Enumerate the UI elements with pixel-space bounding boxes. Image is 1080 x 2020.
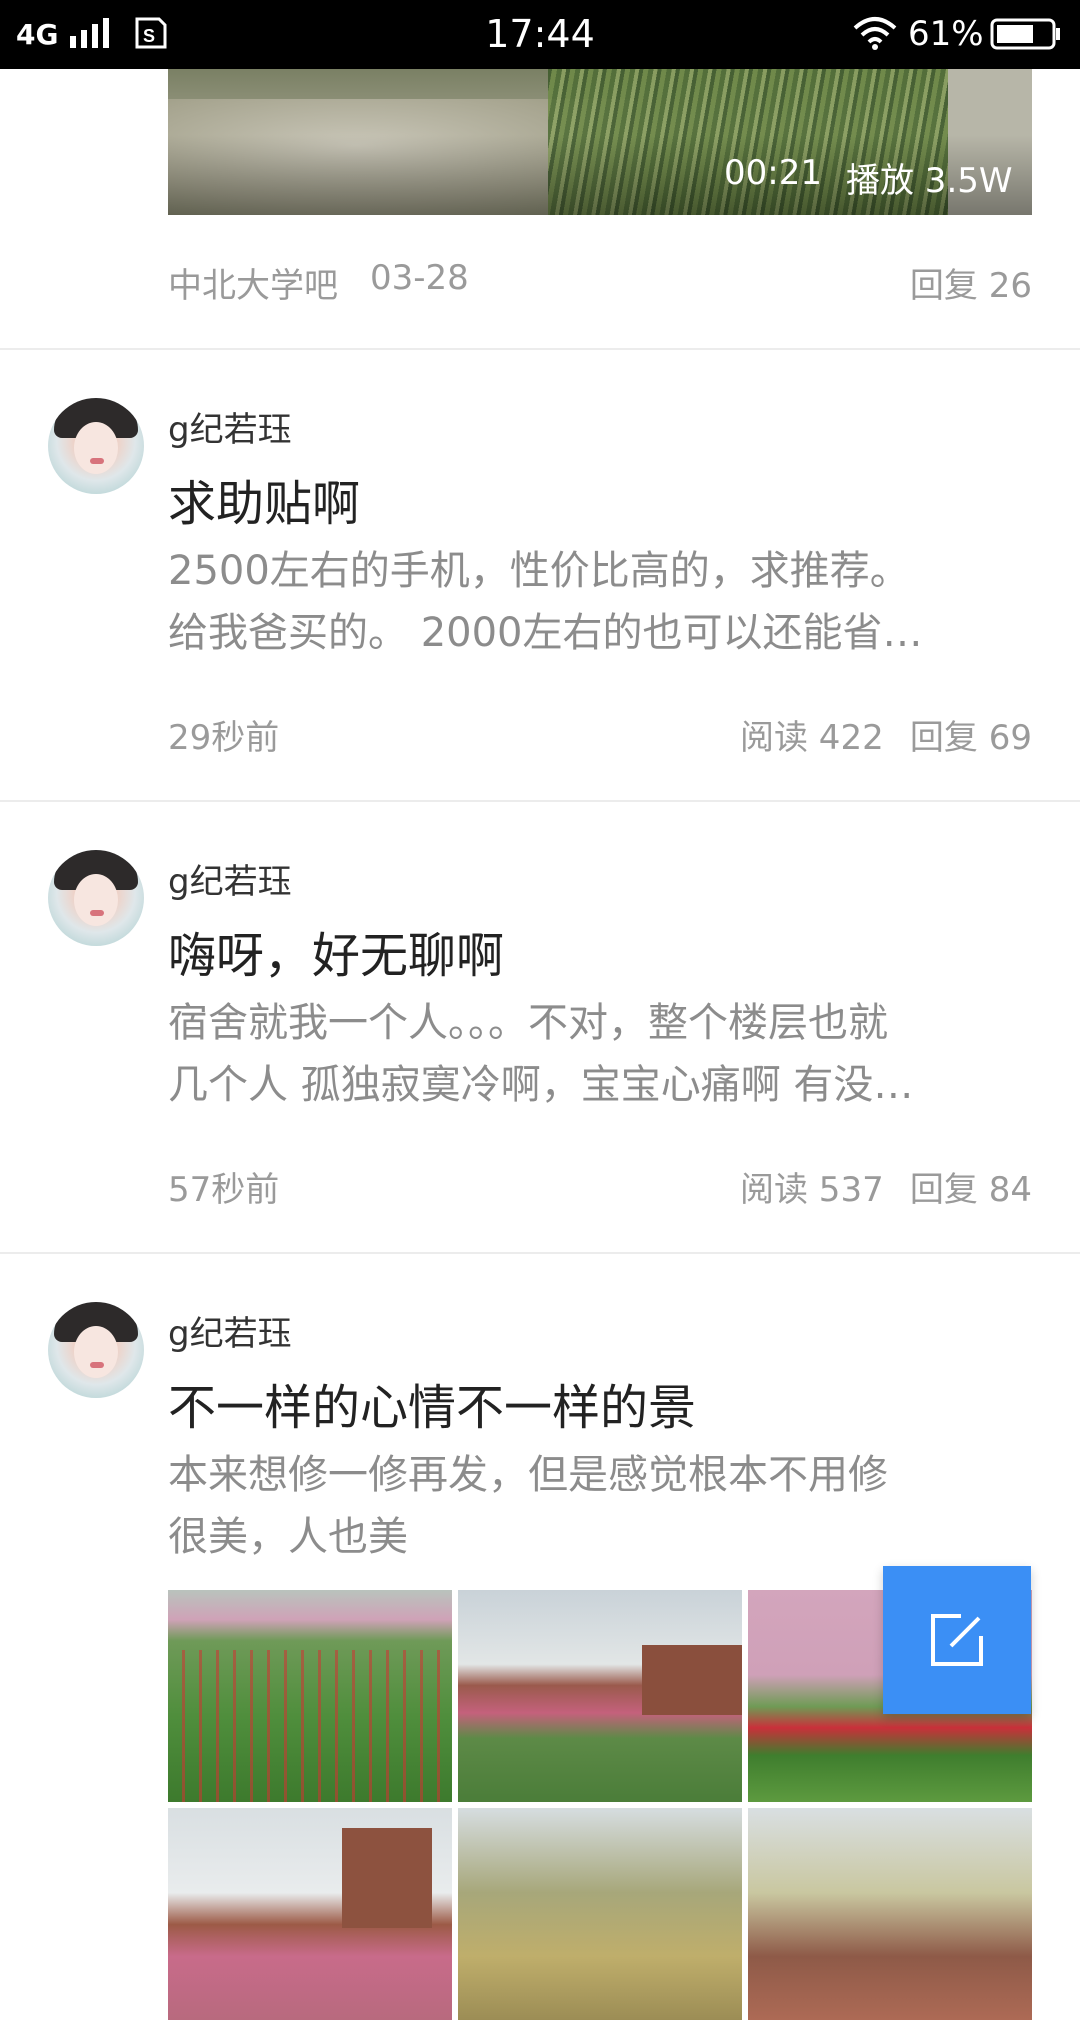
compose-button[interactable] <box>883 1566 1031 1714</box>
compose-icon <box>931 1614 983 1666</box>
post-image[interactable] <box>458 1590 742 1802</box>
video-thumbnail[interactable]: 00:21 播放 3.5W <box>168 69 1032 215</box>
avatar[interactable] <box>48 1302 144 1398</box>
reply-count: 回复 69 <box>909 718 1032 758</box>
divider <box>0 348 1080 350</box>
reply-count: 回复 84 <box>909 1170 1032 1210</box>
post-time: 57秒前 <box>168 1170 280 1210</box>
author-name[interactable]: g纪若珏 <box>168 1306 292 1355</box>
video-duration: 00:21 <box>724 153 822 193</box>
divider <box>0 800 1080 802</box>
status-bar: 4G S 17:44 61% <box>0 0 1080 69</box>
read-count: 阅读 537 <box>740 1170 884 1210</box>
post-excerpt: 宿舍就我一个人。。。不对，整个楼层也就 几个人 孤独寂寞冷啊，宝宝心痛啊 有没… <box>168 1000 914 1108</box>
avatar[interactable] <box>48 850 144 946</box>
post-image[interactable] <box>748 1808 1032 2020</box>
avatar[interactable] <box>48 398 144 494</box>
divider <box>0 1252 1080 1254</box>
battery-percent: 61% <box>908 14 984 54</box>
video-play-count: 播放 3.5W <box>846 161 1013 201</box>
post-date: 03-28 <box>370 258 469 298</box>
post-image[interactable] <box>458 1808 742 2020</box>
post-excerpt: 2500左右的手机，性价比高的，求推荐。 给我爸买的。 2000左右的也可以还能… <box>168 548 923 656</box>
battery-icon <box>990 18 1060 50</box>
post-image[interactable] <box>168 1808 452 2020</box>
reply-count: 回复 26 <box>909 266 1032 306</box>
post-title: 求助贴啊 <box>168 476 361 532</box>
author-name[interactable]: g纪若珏 <box>168 402 292 451</box>
wifi-icon <box>853 17 897 50</box>
author-name[interactable]: g纪若珏 <box>168 854 292 903</box>
post-image[interactable] <box>168 1590 452 1802</box>
post-time: 29秒前 <box>168 718 280 758</box>
forum-name[interactable]: 中北大学吧 <box>168 258 338 307</box>
post-title: 不一样的心情不一样的景 <box>168 1380 697 1436</box>
read-count: 阅读 422 <box>740 718 884 758</box>
post-title: 嗨呀，好无聊啊 <box>168 928 505 984</box>
post-excerpt: 本来想修一修再发，但是感觉根本不用修 很美，人也美 <box>168 1452 888 1560</box>
